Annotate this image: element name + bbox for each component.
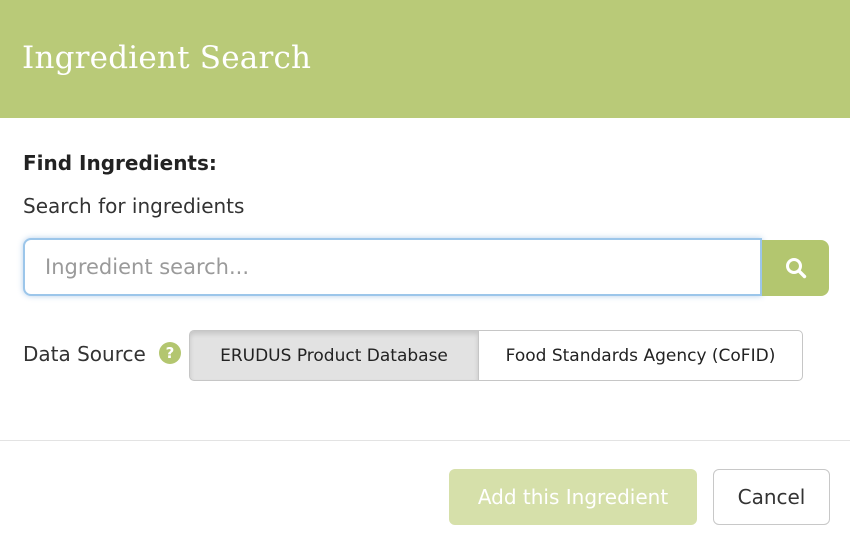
question-circle-icon[interactable]: ? xyxy=(159,342,181,364)
dialog-header: Ingredient Search xyxy=(0,0,850,118)
data-source-label: Data Source xyxy=(23,342,146,366)
search-icon xyxy=(785,258,806,279)
cancel-button[interactable]: Cancel xyxy=(713,469,830,525)
dialog-title: Ingredient Search xyxy=(22,40,312,76)
ingredient-search-dialog: Ingredient Search Find Ingredients: Sear… xyxy=(0,0,850,543)
footer-divider xyxy=(0,440,850,441)
find-ingredients-label: Find Ingredients: xyxy=(23,151,217,175)
source-option-cofid[interactable]: Food Standards Agency (CoFID) xyxy=(478,330,803,381)
search-button[interactable] xyxy=(762,240,829,296)
search-help-text: Search for ingredients xyxy=(23,194,245,218)
ingredient-search-input[interactable] xyxy=(23,238,762,296)
source-option-erudus[interactable]: ERUDUS Product Database xyxy=(189,330,479,381)
add-ingredient-button[interactable]: Add this Ingredient xyxy=(449,469,697,525)
